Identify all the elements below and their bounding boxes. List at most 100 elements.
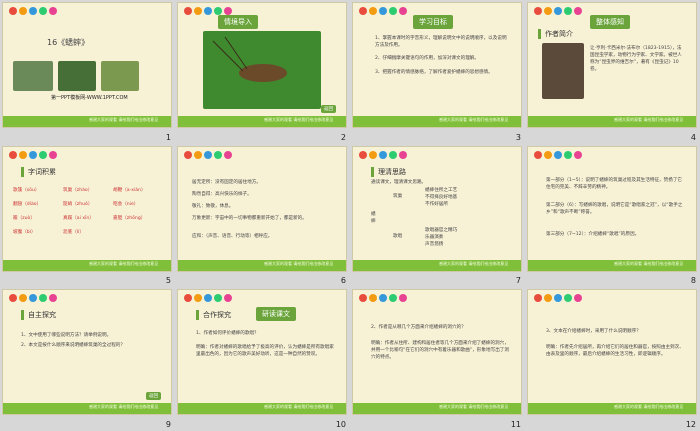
slide-3[interactable]: 学习目标 1、掌握本课时的字音形义，理解说明文中的说明顺序，以及说明方法及作用。… [352, 2, 522, 128]
slide-10[interactable]: 合作探究 研读课文 1、作者如何评价蟋蟀的歌唱？ 明确：作者对蟋蟀的歌唱给予了极… [177, 289, 347, 416]
slide-cell-8[interactable]: 第一部分（1~5）：说明了蟋蟀的筑巢过程及其生活特征，赞扬了它住宅的完美、不辞辛… [525, 144, 700, 288]
decorative-balloons [359, 7, 407, 15]
word-item: 沥底（lí） [63, 229, 84, 235]
word-item: 嘉胆（zhōng） [113, 215, 146, 221]
decorative-balloons [184, 150, 232, 159]
question-line: 1、文中使用了哪些说明方法？请举例说明。 [21, 333, 112, 339]
slide-5[interactable]: 字词积累 歌篷（sōu） 筑巢（zhào） 胡鞭（a-xiàn） 翻翅（diào… [2, 145, 172, 272]
slide-cell-4[interactable]: 整体感知 作者简介 让·亨利·卡西米尔·法布尔（1823-1915），法国昆虫学… [525, 0, 700, 144]
back-button[interactable]: 返回 [321, 105, 336, 113]
section-tag: 研读课文 [256, 307, 296, 322]
slide-number: 11 [510, 419, 521, 429]
decorative-balloons [9, 7, 57, 15]
mindmap-branch: 歌唱 [393, 233, 403, 239]
slide-number: 8 [690, 276, 696, 286]
word-item: 坡腹（bì） [13, 229, 36, 235]
slide-number: 9 [165, 419, 171, 429]
question-line: 2、本文是按什么顺序来说明蟋蟀筑巢的全过程的？ [21, 343, 125, 349]
footer-bar: 感谢大家的观看 请给我们给出修改意见 [528, 403, 696, 415]
section-tag: 整体感知 [590, 15, 630, 29]
intro-line: 通读课文，理清课文思路。 [371, 179, 427, 185]
slide-1[interactable]: 16《蟋蟀》 第一PPT模板网-WWW.1PPT.COM 感谢大家的观看 请给我… [2, 2, 172, 128]
slide-cell-11[interactable]: 2、作者是从哪几个方面来介绍蟋蟀的洞穴的？ 明确：作者从住所、建构和居住者等几个… [350, 287, 525, 431]
objective-2: 2、仔细揣摩关键语句的作用，加深对课文的理解。 [375, 56, 479, 61]
slide-cell-9[interactable]: 自主探究 1、文中使用了哪些说明方法？请举例说明。 2、本文是按什么顺序来说明蟋… [0, 287, 175, 431]
footer-link: 第一PPT模板网-WWW.1PPT.COM [51, 95, 128, 101]
slide-4[interactable]: 整体感知 作者简介 让·亨利·卡西米尔·法布尔（1823-1915），法国昆虫学… [527, 2, 697, 128]
footer-bar: 感谢大家的观看 请给我们给出修改意见 [353, 403, 521, 415]
decorative-balloons [359, 294, 407, 303]
slide-number: 10 [335, 419, 346, 429]
cricket-photo [203, 31, 321, 109]
footer-bar: 感谢大家的观看 请给我们给出修改意见 [3, 403, 171, 415]
slide-8[interactable]: 第一部分（1~5）：说明了蟋蟀的筑巢过程及其生活特征，赞扬了它住宅的完美、不辞辛… [527, 145, 697, 272]
mindmap-branch: 筑巢 [393, 193, 403, 199]
question-line: 1、作者如何评价蟋蟀的歌唱？ [196, 331, 259, 337]
footer-bar: 感谢大家的观看 请给我们给出修改意见 [528, 259, 696, 271]
question-line: 3、文本在介绍蟋蟀时，采用了什么说明顺序？ [546, 329, 641, 335]
slide-cell-6[interactable]: 居无定所：没有固定的居住地方。 陶然自得：高兴快乐的样子。 敬礼：致敬，休息。 … [175, 144, 350, 288]
objective-3: 3、把握作者的情感脉络，了解作者爱护蟋蟀的思想感情。 [375, 70, 493, 75]
slide-cell-3[interactable]: 学习目标 1、掌握本课时的字音形义，理解说明文中的说明顺序，以及说明方法及作用。… [350, 0, 525, 144]
cricket-photo [101, 61, 139, 91]
word-item: 胡鞭（a-xiàn） [113, 187, 146, 193]
decorative-balloons [534, 7, 582, 15]
summary-paragraph: 第三部分（7~12）：介绍蟋蟀“歌唱”的原因。 [546, 231, 640, 237]
answer-paragraph: 明确：作者对蟋蟀的歌唱给予了极高的评价，认为蟋蟀是所有歌唱家里最出色的，因为它的… [196, 345, 334, 358]
definition-line: 陶然自得：高兴快乐的样子。 [192, 191, 252, 197]
footer-bar: 感谢大家的观看 请给我们给出修改意见 [528, 116, 696, 127]
answer-paragraph: 明确：作者先介绍居所，再介绍它们的居住和器官，按照由主到次、由表及里的顺序，最后… [546, 345, 684, 358]
slide-number: 3 [515, 132, 521, 142]
slide-11[interactable]: 2、作者是从哪几个方面来介绍蟋蟀的洞穴的？ 明确：作者从住所、建构和居住者等几个… [352, 289, 522, 416]
decorative-balloons [534, 150, 582, 159]
slide-cell-5[interactable]: 字词积累 歌篷（sōu） 筑巢（zhào） 胡鞭（a-xiàn） 翻翅（diào… [0, 144, 175, 288]
slide-number: 7 [515, 276, 521, 286]
slide-cell-1[interactable]: 16《蟋蟀》 第一PPT模板网-WWW.1PPT.COM 感谢大家的观看 请给我… [0, 0, 175, 144]
summary-paragraph: 第一部分（1~5）：说明了蟋蟀的筑巢过程及其生活特征，赞扬了它住宅的完美、不辞辛… [546, 177, 683, 190]
slide-cell-2[interactable]: 情境导入 返回 感谢大家的观看 请给我们给出修改意见 2 [175, 0, 350, 144]
answer-paragraph: 明确：作者从住所、建构和居住者等几个方面来介绍了蟋蟀的洞穴，并用一个比喻句“在它… [371, 341, 509, 361]
slide-number: 4 [690, 132, 696, 142]
decorative-balloons [534, 294, 582, 303]
subheading: 作者简介 [538, 29, 573, 39]
footer-bar: 感谢大家的观看 请给我们给出修改意见 [178, 116, 346, 127]
word-item: 瓣（zuò） [13, 215, 35, 221]
mindmap-leaf: 蟋蟀住所之工艺 [425, 187, 458, 193]
decorative-balloons [9, 294, 57, 303]
slide-9[interactable]: 自主探究 1、文中使用了哪些说明方法？请举例说明。 2、本文是按什么顺序来说明蟋… [2, 289, 172, 416]
slide-6[interactable]: 居无定所：没有固定的居住地方。 陶然自得：高兴快乐的样子。 敬礼：致敬，休息。 … [177, 145, 347, 272]
slide-number: 2 [340, 132, 346, 142]
slide-cell-10[interactable]: 合作探究 研读课文 1、作者如何评价蟋蟀的歌唱？ 明确：作者对蟋蟀的歌唱给予了极… [175, 287, 350, 431]
slide-number: 12 [685, 419, 696, 429]
slide-7[interactable]: 理清思路 通读课文，理清课文思路。 蟋蟀 筑巢 歌唱 蟋蟀住所之工艺 不得择良好… [352, 145, 522, 272]
objective-1: 1、掌握本课时的字音形义，理解说明文中的说明顺序，以及说明方法及作用。 [375, 36, 507, 48]
definition-line: 敬礼：致敬，休息。 [192, 203, 234, 209]
cricket-photo [13, 61, 53, 91]
slide-title: 16《蟋蟀》 [47, 38, 90, 47]
slide-number: 5 [165, 276, 171, 286]
slide-2[interactable]: 情境导入 返回 感谢大家的观看 请给我们给出修改意见 [177, 2, 347, 128]
section-box: 自主探究 [21, 310, 56, 321]
mindmap-leaf: 歌唱器官之精巧 [425, 227, 458, 233]
footer-bar: 感谢大家的观看 请给我们给出修改意见 [3, 259, 171, 271]
mindmap-leaf: 声音悠扬 [425, 241, 444, 247]
decorative-balloons [359, 150, 407, 159]
question-line: 2、作者是从哪几个方面来介绍蟋蟀的洞穴的？ [371, 325, 466, 331]
definition-line: 万象更新：宇宙中的一切事物都重新开始了，都是新的。 [192, 215, 307, 221]
word-item: 翻翅（diào） [13, 201, 42, 207]
word-item: 陡峭（zhuó） [63, 201, 93, 207]
mindmap-root: 蟋蟀 [371, 211, 376, 224]
decorative-balloons [184, 294, 232, 303]
definition-line: 居无定所：没有固定的居住地方。 [192, 179, 261, 185]
decorative-balloons [184, 7, 232, 15]
mindmap-leaf: 乐器演奏 [425, 234, 444, 240]
footer-bar: 感谢大家的观看 请给我们给出修改意见 [353, 259, 521, 271]
slide-12[interactable]: 3、文本在介绍蟋蟀时，采用了什么说明顺序？ 明确：作者先介绍居所，再介绍它们的居… [527, 289, 697, 416]
back-button[interactable]: 返回 [146, 392, 161, 401]
slide-number: 6 [340, 276, 346, 286]
definition-line: 应和：（声音、语音、行动等）相呼应。 [192, 233, 273, 239]
section-tag: 情境导入 [218, 15, 258, 29]
slide-cell-7[interactable]: 理清思路 通读课文，理清课文思路。 蟋蟀 筑巢 歌唱 蟋蟀住所之工艺 不得择良好… [350, 144, 525, 288]
slide-cell-12[interactable]: 3、文本在介绍蟋蟀时，采用了什么说明顺序？ 明确：作者先介绍居所，再介绍它们的居… [525, 287, 700, 431]
slide-sorter-grid: 16《蟋蟀》 第一PPT模板网-WWW.1PPT.COM 感谢大家的观看 请给我… [0, 0, 700, 431]
